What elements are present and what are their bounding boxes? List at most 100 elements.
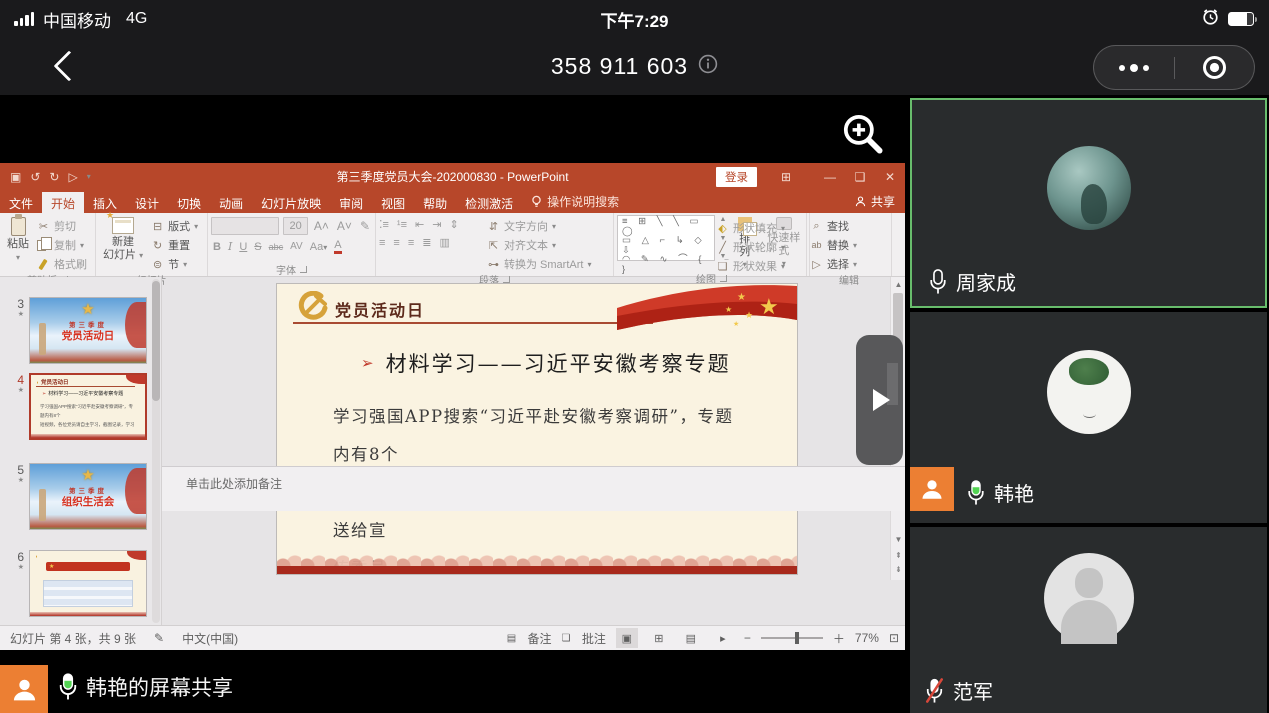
- zoom-level-label[interactable]: 77%: [855, 631, 879, 645]
- share-button[interactable]: 共享: [855, 193, 895, 210]
- strikethrough-button[interactable]: abc: [269, 242, 284, 252]
- tab-transitions[interactable]: 切换: [168, 192, 210, 213]
- font-dialog-launcher[interactable]: [300, 266, 307, 273]
- reading-view-button[interactable]: ▤: [680, 628, 702, 648]
- thumbnail-slide-4-selected[interactable]: 4★ 党员活动日 ➢材料学习——习近平安徽考察专题 学习强国APP搜索“习近平赴…: [6, 373, 147, 440]
- scroll-down-icon[interactable]: ▼: [891, 535, 906, 544]
- scroll-up-icon[interactable]: ▲: [891, 280, 906, 289]
- bold-button[interactable]: B: [213, 241, 221, 253]
- underline-button[interactable]: U: [239, 241, 247, 253]
- format-painter-button[interactable]: 格式刷: [37, 256, 87, 272]
- participant-tile-sharing[interactable]: 韩艳: [910, 312, 1267, 523]
- participant-tile-active[interactable]: 周家成: [910, 98, 1267, 308]
- thumbnail-slide-3[interactable]: 3★ ★ 第三季度 党员活动日: [6, 297, 147, 364]
- ribbon-display-icon[interactable]: ⊞: [771, 163, 801, 190]
- indent-less-icon[interactable]: ⇤: [415, 218, 424, 231]
- tab-addin[interactable]: 检测激活: [456, 192, 522, 213]
- align-left-icon[interactable]: ≡: [379, 237, 385, 249]
- font-color-button[interactable]: A: [334, 239, 341, 254]
- reset-button[interactable]: ↻重置: [151, 237, 198, 253]
- paste-button[interactable]: 粘贴▾: [3, 215, 33, 264]
- clear-format-icon[interactable]: ✎: [358, 219, 372, 233]
- copy-button[interactable]: 复制▾: [37, 237, 87, 253]
- close-button[interactable]: ✕: [875, 163, 905, 190]
- ppt-ribbon: 粘贴▾ ✂剪切 复制▾ 格式刷 剪贴板 新建幻灯片 ▾: [0, 213, 905, 277]
- case-button[interactable]: Aa▾: [310, 241, 327, 253]
- italic-button[interactable]: I: [228, 240, 232, 253]
- capsule-circle-button[interactable]: [1175, 54, 1255, 81]
- normal-view-button[interactable]: ▣: [616, 628, 638, 648]
- tab-review[interactable]: 审阅: [330, 192, 372, 213]
- shape-effects-button[interactable]: ❏形状效果▾: [716, 258, 785, 274]
- qat-customize-icon[interactable]: ▾: [87, 172, 91, 181]
- thumbnail-slide-5[interactable]: 5★ ★ 第三季度 组织生活会: [6, 463, 147, 530]
- redo-icon[interactable]: ↻: [49, 170, 59, 184]
- tab-file[interactable]: 文件: [0, 192, 42, 213]
- ppt-status-bar: 幻灯片 第 4 张，共 9 张 ✎ 中文(中国) ▤ 备注 ❏ 批注 ▣ ⊞ ▤…: [0, 625, 905, 650]
- notes-toggle[interactable]: ▤ 备注: [507, 630, 552, 647]
- font-size-box[interactable]: 20: [283, 217, 308, 235]
- tab-design[interactable]: 设计: [126, 192, 168, 213]
- more-button[interactable]: [1094, 64, 1174, 72]
- comments-toggle[interactable]: ❏ 批注: [562, 630, 606, 647]
- justify-icon[interactable]: ≣: [422, 236, 431, 249]
- section-button[interactable]: ⊜节▾: [151, 256, 198, 272]
- tab-slideshow[interactable]: 幻灯片放映: [252, 192, 330, 213]
- line-spacing-icon[interactable]: ⇕: [449, 218, 458, 231]
- align-center-icon[interactable]: ≡: [393, 237, 399, 249]
- expand-panel-handle[interactable]: [856, 335, 903, 465]
- shapes-gallery[interactable]: ≡ ⊞ ╲ ╲ ▭ ◯ ▭ △ ⌐ ↳ ◇ ⇩ ◠ ✎ ∿ ⌒ { }: [617, 215, 715, 261]
- shape-fill-button[interactable]: ⬖形状填充▾: [716, 220, 785, 236]
- align-text-button[interactable]: ⇱对齐文本▾: [487, 237, 591, 253]
- play-triangle-icon: [873, 389, 890, 411]
- text-direction-button[interactable]: ⇵文字方向▾: [487, 218, 591, 234]
- tell-me-search[interactable]: 操作说明搜索: [522, 190, 628, 213]
- cut-button[interactable]: ✂剪切: [37, 218, 87, 234]
- smartart-button[interactable]: ⊶转换为 SmartArt▾: [487, 256, 591, 272]
- shadow-button[interactable]: S: [254, 241, 261, 253]
- minimize-button[interactable]: —: [815, 163, 845, 190]
- align-right-icon[interactable]: ≡: [408, 237, 414, 249]
- tab-home[interactable]: 开始: [42, 192, 84, 213]
- restore-button[interactable]: ❑: [845, 163, 875, 190]
- slide-sorter-view-button[interactable]: ⊞: [648, 628, 670, 648]
- next-slide-icon[interactable]: ⇟: [891, 565, 906, 574]
- slideshow-icon[interactable]: ▷: [68, 170, 77, 184]
- thumbnail-slide-6[interactable]: 6★: [6, 550, 147, 617]
- tab-insert[interactable]: 插入: [84, 192, 126, 213]
- tab-help[interactable]: 帮助: [414, 192, 456, 213]
- numbering-icon[interactable]: ¹≡: [397, 219, 407, 231]
- zoom-slider[interactable]: [761, 637, 823, 639]
- undo-icon[interactable]: ↺: [30, 170, 40, 184]
- zoom-in-button[interactable]: [836, 107, 890, 161]
- fit-slide-icon[interactable]: ⊡: [889, 631, 899, 645]
- shape-outline-button[interactable]: ╱形状轮廓▾: [716, 239, 785, 255]
- slideshow-view-button[interactable]: ▸: [712, 628, 734, 648]
- notes-pane[interactable]: 单击此处添加备注: [162, 466, 905, 511]
- indent-more-icon[interactable]: ⇥: [432, 218, 441, 231]
- zoom-out-icon[interactable]: −: [744, 631, 751, 645]
- participant-tile-muted[interactable]: 范军: [910, 527, 1267, 713]
- font-name-box[interactable]: [211, 217, 279, 235]
- svg-text:★: ★: [737, 292, 746, 303]
- info-icon[interactable]: [698, 54, 718, 79]
- zoom-in-icon[interactable]: ＋: [833, 630, 845, 647]
- grow-font-icon[interactable]: A˄: [312, 219, 331, 233]
- kerning-button[interactable]: AV: [290, 241, 303, 252]
- layout-button[interactable]: ⊟版式▾: [151, 218, 198, 234]
- login-button[interactable]: 登录: [716, 167, 757, 187]
- new-slide-button[interactable]: 新建幻灯片 ▾: [99, 215, 147, 263]
- save-icon[interactable]: ▣: [10, 170, 21, 184]
- language-label[interactable]: 中文(中国): [182, 630, 238, 647]
- shrink-font-icon[interactable]: A˅: [335, 219, 354, 233]
- shared-screen-view[interactable]: ▣ ↺ ↻ ▷ ▾ 第三季度党员大会-202000830 - PowerPoin…: [0, 95, 908, 660]
- spellcheck-icon[interactable]: ✎: [154, 631, 164, 645]
- scissors-icon: ✂: [37, 220, 50, 233]
- tab-animations[interactable]: 动画: [210, 192, 252, 213]
- tab-view[interactable]: 视图: [372, 192, 414, 213]
- columns-icon[interactable]: ▥: [439, 236, 449, 249]
- bullets-icon[interactable]: ⁚≡: [379, 218, 389, 231]
- animation-star-icon: ★: [6, 311, 24, 319]
- previous-slide-icon[interactable]: ⇞: [891, 551, 906, 560]
- current-slide[interactable]: 党员活动日 ★ ★ ★ ★ ★: [276, 283, 798, 575]
